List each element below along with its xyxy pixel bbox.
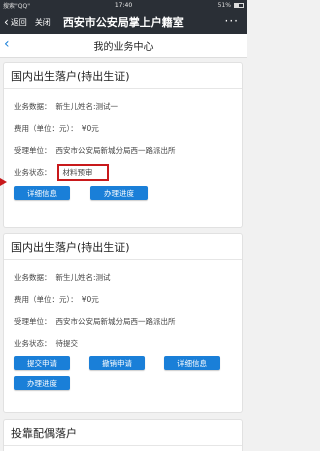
unit-row: 受理单位： 西安市公安局新城分局西一路派出所	[4, 139, 242, 161]
business-card: 国内出生落户(持出生证) 业务数据： 新生儿姓名:测试 费用（单位：元）： ¥0…	[3, 233, 243, 413]
window-title: 西安市公安局掌上户籍室	[62, 16, 184, 29]
unit-row: 受理单位： 西安市公安局新城分局西一路派出所	[4, 310, 242, 332]
more-icon[interactable]: ···	[225, 14, 239, 28]
progress-button[interactable]: 办理进度	[90, 186, 148, 200]
row-key: 业务数据：	[14, 101, 52, 111]
business-data-row: 业务数据： 新生儿姓名:测试	[4, 266, 242, 288]
row-key: 业务状态：	[14, 167, 52, 177]
row-key: 受理单位：	[14, 316, 52, 326]
row-value: 新生儿姓名:测试一	[55, 101, 119, 111]
business-card: 国内出生落户(持出生证) 业务数据： 新生儿姓名:测试一 费用（单位：元）： ¥…	[3, 62, 243, 228]
page-back-icon[interactable]: ‹	[4, 37, 10, 51]
annotation-arrow	[0, 178, 7, 186]
wechat-nav-bar: ‹ 返回 关闭 西安市公安局掌上户籍室 ···	[0, 10, 247, 34]
chevron-left-icon: ‹	[4, 15, 9, 29]
status-value: 待提交	[55, 338, 79, 348]
battery-icon	[234, 2, 244, 8]
row-value: 西安市公安局新城分局西一路派出所	[55, 145, 176, 155]
row-key: 费用（单位：元）：	[14, 294, 78, 304]
card-title: 国内出生落户(持出生证)	[4, 234, 242, 260]
row-key: 业务状态：	[14, 338, 52, 348]
status-bar: 搜索"QQ" 17:40 51%	[0, 0, 247, 10]
row-key: 费用（单位：元）：	[14, 123, 78, 133]
back-button[interactable]: ‹ 返回	[4, 16, 27, 28]
status-row: 业务状态： 待提交	[4, 332, 242, 354]
row-key: 受理单位：	[14, 145, 52, 155]
detail-button[interactable]: 详细信息	[164, 356, 220, 370]
fee-row: 费用（单位：元）： ¥0元	[4, 288, 242, 310]
clock: 17:40	[114, 1, 133, 9]
status-value: 材料预审	[62, 167, 93, 177]
row-value: ¥0元	[81, 294, 99, 304]
card-actions: 提交申请 撤销申请 详细信息 办理进度	[4, 356, 242, 390]
close-button[interactable]: 关闭	[35, 17, 51, 28]
page-header: ‹ 我的业务中心	[0, 34, 247, 58]
status-highlight-box: 材料预审	[56, 163, 109, 181]
cancel-application-button[interactable]: 撤销申请	[89, 356, 145, 370]
detail-button[interactable]: 详细信息	[14, 186, 70, 200]
row-key: 业务数据：	[14, 272, 52, 282]
fee-row: 费用（单位：元）： ¥0元	[4, 117, 242, 139]
status-row: 业务状态： 材料预审	[4, 161, 242, 183]
row-value: 西安市公安局新城分局西一路派出所	[55, 316, 176, 326]
business-card: 投靠配偶落户	[3, 419, 243, 451]
card-title: 投靠配偶落户	[4, 420, 242, 446]
row-value: ¥0元	[81, 123, 99, 133]
card-title: 国内出生落户(持出生证)	[4, 63, 242, 89]
card-actions: 详细信息 办理进度	[4, 186, 242, 200]
back-label: 返回	[10, 17, 27, 27]
row-value: 新生儿姓名:测试	[55, 272, 111, 282]
submit-application-button[interactable]: 提交申请	[14, 356, 70, 370]
page-title: 我的业务中心	[93, 42, 154, 53]
business-data-row: 业务数据： 新生儿姓名:测试一	[4, 95, 242, 117]
progress-button[interactable]: 办理进度	[14, 376, 70, 390]
